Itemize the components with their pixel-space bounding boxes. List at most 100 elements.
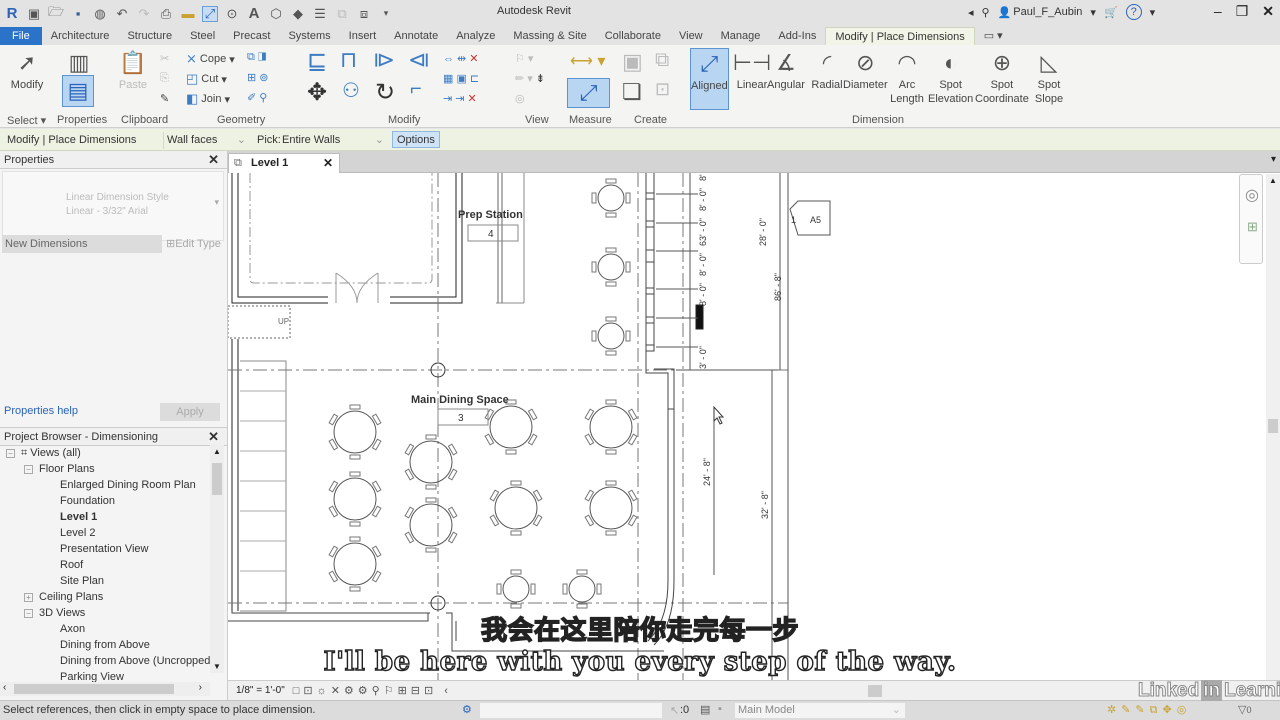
view-tab-level-1[interactable]: ⧉ Level 1 ✕	[228, 153, 340, 173]
section-icon[interactable]: ◆	[290, 6, 306, 22]
contextual-tab-menu-icon[interactable]: ▭ ▾	[975, 27, 1012, 45]
dimension-tool-radial[interactable]: ◜ Radial	[808, 48, 846, 92]
tab-precast[interactable]: Precast	[224, 27, 279, 45]
dimension-tool-aligned[interactable]: ⤢ Aligned	[690, 48, 729, 110]
tab-collaborate[interactable]: Collaborate	[596, 27, 670, 45]
apply-button[interactable]: Apply	[160, 403, 220, 421]
thin-lines-icon[interactable]: ☰	[312, 6, 328, 22]
align-icon[interactable]: ⊑	[307, 47, 327, 76]
tab-structure[interactable]: Structure	[118, 27, 181, 45]
move-icon[interactable]: ✥	[307, 78, 327, 107]
view-hscroll-thumb[interactable]	[868, 685, 882, 697]
override-icon[interactable]: ✏ ▾ ⇟	[515, 72, 545, 85]
open-icon[interactable]: 🗁	[48, 4, 64, 22]
pin-icon[interactable]: ⚐ ▾	[515, 52, 533, 65]
tab-manage[interactable]: Manage	[712, 27, 770, 45]
offset-icon[interactable]: ⊓	[340, 47, 357, 73]
selection-toggles[interactable]: ✲✎✎⧉✥◎	[1107, 703, 1191, 717]
dimension-tool-spot-coordinate[interactable]: ⊕ Spot Coordinate	[975, 48, 1029, 106]
array-icon[interactable]: ▦ ▣ ⊏	[443, 72, 479, 85]
select-panel-label[interactable]: Select ▾	[7, 114, 46, 127]
browser-item[interactable]: Foundation	[60, 493, 115, 509]
collapse-icon[interactable]: −	[24, 464, 33, 474]
switch-windows-icon[interactable]: ⧈	[356, 6, 372, 22]
zoom-region-icon[interactable]: ⊞	[1247, 219, 1258, 235]
dimension-tool-spot-elevation[interactable]: ◐ Spot Elevation	[928, 48, 973, 106]
expand-icon[interactable]: +	[24, 592, 33, 602]
view-vscroll[interactable]: ▲	[1266, 174, 1280, 680]
browser-item[interactable]: Level 2	[60, 525, 95, 541]
browser-item[interactable]: Level 1	[60, 509, 97, 525]
close-button[interactable]: ✕	[1262, 3, 1274, 20]
paste-button[interactable]: 📋 Paste	[115, 48, 151, 92]
tab-massing-site[interactable]: Massing & Site	[504, 27, 595, 45]
redo-icon[interactable]: ↷	[136, 6, 152, 22]
view-tabs-menu-icon[interactable]: ▾	[1271, 154, 1276, 165]
mirror-axis-icon[interactable]: ⧐	[373, 47, 395, 73]
restore-button[interactable]: ❐	[1236, 3, 1249, 20]
collapse-icon[interactable]: −	[6, 448, 15, 458]
browser-item[interactable]: − Floor Plans	[24, 461, 95, 477]
drawing-area[interactable]: UP 28' - 0" 86' - 8" 24' - 8" 32' - 8" 8…	[228, 151, 1280, 680]
wall-joins-icon[interactable]: ⧉ ◨	[247, 51, 266, 64]
scale-selector[interactable]: 1/8" = 1'-0"	[236, 685, 285, 696]
dimension-tool-diameter[interactable]: ⊘ Diameter	[843, 48, 888, 92]
cart-icon[interactable]: 🛒	[1104, 6, 1118, 19]
dimension-tool-angular[interactable]: ∡ Angular	[767, 48, 805, 92]
3d-view-icon[interactable]: ⬡	[268, 6, 284, 22]
scale-icon[interactable]: ⇥ ⇥ ✕	[443, 92, 477, 105]
copy-icon[interactable]: ⎘	[160, 72, 169, 85]
close-icon[interactable]: ✕	[208, 428, 219, 446]
copy-element-icon[interactable]: ⚇	[342, 78, 360, 103]
minimize-button[interactable]: –	[1214, 3, 1222, 20]
close-tab-icon[interactable]: ✕	[323, 154, 333, 172]
tab-annotate[interactable]: Annotate	[385, 27, 447, 45]
browser-hscroll[interactable]: ‹ ›	[0, 682, 210, 696]
rotate-icon[interactable]: ↻	[375, 78, 395, 107]
model-selector[interactable]: Main Model ⌄	[735, 703, 905, 718]
view-control-icons[interactable]: □⊡☼✕⚙⚙⚲⚐⊞⊟⊡ ‹	[293, 684, 452, 697]
properties-button[interactable]: ▤	[62, 75, 94, 107]
user-name[interactable]: Paul_F_Aubin	[1013, 6, 1082, 18]
undo-icon[interactable]: ↶	[114, 6, 130, 22]
tab-add-ins[interactable]: Add-Ins	[769, 27, 825, 45]
pick-dropdown[interactable]: Entire Walls ⌄	[282, 132, 386, 149]
help-icon[interactable]: ?	[1125, 4, 1142, 20]
customize-icon[interactable]: ▾	[378, 6, 394, 22]
instance-filter[interactable]: New Dimensions	[2, 235, 162, 253]
aligned-dimension-icon[interactable]: ⤢	[202, 5, 218, 22]
revit-logo-icon[interactable]: R	[4, 5, 20, 22]
properties-help-link[interactable]: Properties help	[4, 405, 78, 417]
home-icon[interactable]: ▣	[26, 6, 42, 22]
workset-field[interactable]	[480, 703, 662, 718]
worksets-icon[interactable]: ⚙	[462, 703, 472, 716]
edit-type-button[interactable]: ⊞Edit Type	[166, 235, 221, 253]
text-icon[interactable]: A	[246, 5, 262, 22]
split-face-icon[interactable]: ⊞ ⊚	[247, 71, 269, 84]
tab-modify-place-dimensions[interactable]: Modify | Place Dimensions	[825, 27, 975, 45]
user-dropdown-icon[interactable]: ▾	[1090, 6, 1096, 19]
browser-item[interactable]: Enlarged Dining Room Plan	[60, 477, 196, 493]
browser-item[interactable]: Presentation View	[60, 541, 148, 557]
measure-between-icon[interactable]: ⟷ ▾	[570, 51, 605, 71]
match-type-icon[interactable]: ✎	[160, 92, 169, 105]
tag-icon[interactable]: ⊙	[224, 6, 240, 22]
type-selector[interactable]: Linear Dimension Style Linear - 3/32" Ar…	[2, 171, 224, 241]
measure-icon[interactable]: ▬	[180, 6, 196, 22]
floor-plan-canvas[interactable]: UP 28' - 0" 86' - 8" 24' - 8" 32' - 8" 8…	[228, 151, 1280, 680]
paint-icon[interactable]: ✐ ⚲	[247, 91, 267, 104]
create-assembly-icon[interactable]: ▣	[622, 49, 643, 75]
tab-systems[interactable]: Systems	[279, 27, 339, 45]
binoculars-icon[interactable]: ⚲	[982, 6, 990, 19]
close-icon[interactable]: ✕	[208, 151, 219, 169]
measure-along-button[interactable]: ⤢	[567, 78, 610, 108]
hide-icon[interactable]: ◎	[515, 92, 525, 105]
options-button[interactable]: Options	[392, 131, 440, 148]
browser-item[interactable]: − ⌗ Views (all)	[6, 445, 81, 461]
tab-architecture[interactable]: Architecture	[42, 27, 119, 45]
editing-requests-icon[interactable]: ▪	[718, 703, 722, 715]
help-dropdown-icon[interactable]: ▾	[1150, 6, 1156, 19]
close-hidden-icon[interactable]: ⧉	[334, 6, 350, 22]
tab-analyze[interactable]: Analyze	[447, 27, 504, 45]
split-icon[interactable]: ⇔ ⇹ ✕	[443, 52, 479, 65]
